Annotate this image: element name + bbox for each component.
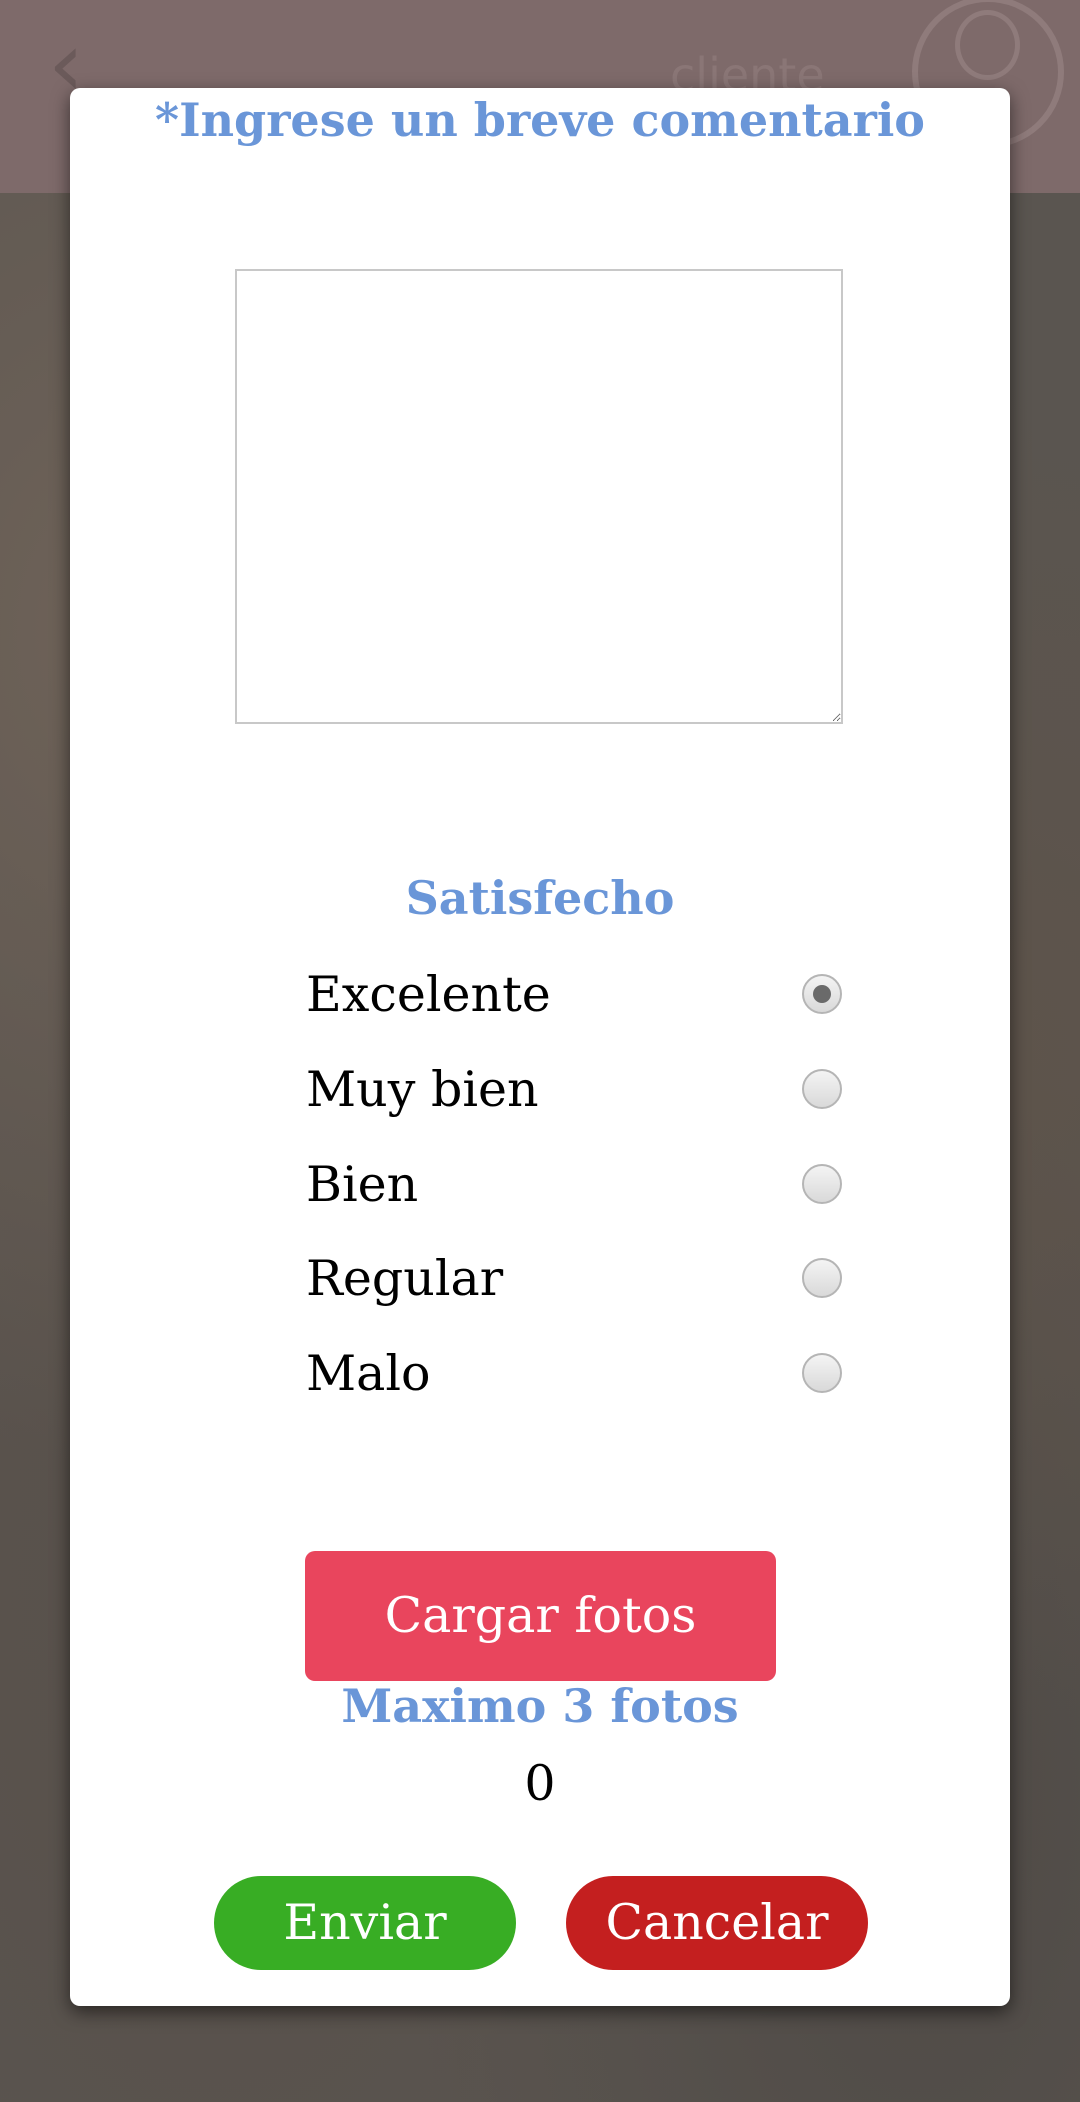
- comment-textarea[interactable]: [235, 269, 843, 724]
- rating-option-label: Regular: [306, 1250, 504, 1307]
- rating-option-bien[interactable]: Bien: [306, 1150, 846, 1220]
- max-photos-label: Maximo 3 fotos: [341, 1679, 739, 1733]
- rating-radio-bien[interactable]: [802, 1164, 842, 1204]
- send-button[interactable]: Enviar: [214, 1876, 516, 1970]
- upload-photos-button[interactable]: Cargar fotos: [305, 1551, 776, 1681]
- rating-radio-excelente[interactable]: [802, 974, 842, 1014]
- rating-option-label: Malo: [306, 1345, 431, 1402]
- user-head-icon: [955, 10, 1020, 80]
- review-dialog: *Ingrese un breve comentario Satisfecho …: [70, 88, 1010, 2006]
- cancel-button[interactable]: Cancelar: [566, 1876, 868, 1970]
- rating-title: Satisfecho: [405, 871, 675, 925]
- rating-radio-muy-bien[interactable]: [802, 1069, 842, 1109]
- rating-option-excelente[interactable]: Excelente: [306, 960, 846, 1030]
- rating-option-malo[interactable]: Malo: [306, 1339, 846, 1409]
- rating-option-label: Excelente: [306, 966, 551, 1023]
- rating-option-label: Muy bien: [306, 1061, 539, 1118]
- rating-option-muy-bien[interactable]: Muy bien: [306, 1055, 846, 1125]
- rating-option-label: Bien: [306, 1156, 419, 1213]
- rating-radio-regular[interactable]: [802, 1258, 842, 1298]
- rating-radio-malo[interactable]: [802, 1353, 842, 1393]
- comment-title: *Ingrese un breve comentario: [155, 93, 925, 147]
- rating-option-regular[interactable]: Regular: [306, 1244, 846, 1314]
- photo-count: 0: [524, 1755, 556, 1812]
